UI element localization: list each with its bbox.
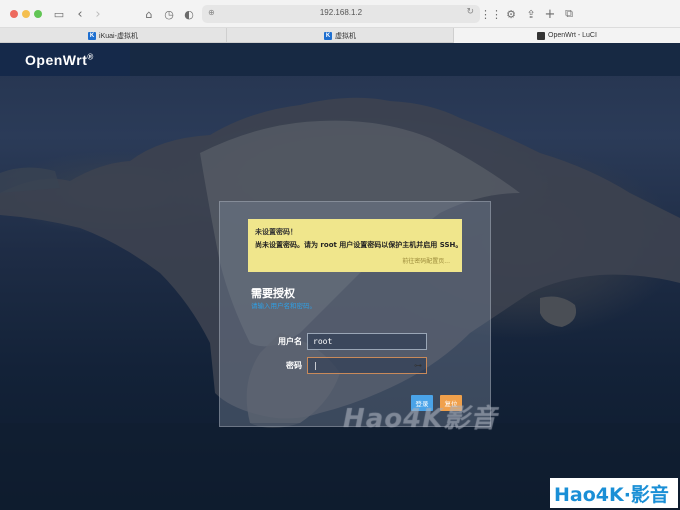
openwrt-logo[interactable]: OpenWrt® [0, 43, 130, 76]
forward-icon[interactable]: › [92, 6, 104, 22]
ikuai-icon: K [324, 31, 332, 40]
watermark-corner-logo: Hao4K·影音 [550, 478, 678, 508]
shield-icon[interactable]: ◐ [182, 6, 196, 22]
tab-label: iKuai-虚拟机 [99, 32, 138, 40]
header-bar: OpenWrt® [0, 43, 680, 76]
sidebar-icon[interactable]: ▭ [52, 6, 66, 22]
tab-vm[interactable]: K 虚拟机 [227, 28, 454, 43]
grid-icon[interactable]: ⋮⋮ [480, 6, 502, 22]
brand-text: OpenWrt [25, 52, 88, 68]
minimize-window-button[interactable] [22, 10, 30, 18]
tab-ikuai-vm[interactable]: K iKuai-虚拟机 [0, 28, 227, 43]
fullscreen-window-button[interactable] [34, 10, 42, 18]
password-value: | [313, 361, 318, 370]
share-icon[interactable]: ⇪ [524, 6, 538, 22]
alert-title: 未设置密码！ [255, 228, 297, 236]
page-content: OpenWrt® 未设置密码！ 尚未设置密码。请为 root 用户设置密码以保护… [0, 43, 680, 510]
ikuai-icon: K [88, 31, 97, 40]
gear-icon[interactable]: ⚙ [504, 6, 518, 22]
username-label: 用户名 [278, 337, 302, 346]
alert-message: 尚未设置密码。请为 root 用户设置密码以保护主机并启用 SSH。 [255, 241, 463, 249]
password-label: 密码 [286, 361, 302, 370]
password-config-link[interactable]: 前往密码配置页... [402, 256, 450, 265]
no-password-alert: 未设置密码！ 尚未设置密码。请为 root 用户设置密码以保护主机并启用 SSH… [248, 219, 462, 272]
tab-overview-icon[interactable]: ⧉ [562, 6, 576, 22]
tab-openwrt-luci[interactable]: OpenWrt - LuCI [454, 28, 680, 43]
watermark-center: Hao4K影音 [343, 404, 498, 434]
tab-label: 虚拟机 [335, 32, 356, 40]
username-field[interactable]: root [307, 333, 427, 350]
browser-toolbar: ▭ ‹ › ⌂ ◷ ◐ ⊕ 192.168.1.2 ↻ ⋮⋮ ⚙ ⇪ + ⧉ [0, 0, 680, 28]
watermark-corner-text: Hao4K·影音 [554, 483, 669, 506]
reload-icon[interactable]: ↻ [466, 7, 474, 17]
new-tab-icon[interactable]: + [543, 6, 557, 22]
username-value: root [313, 337, 333, 346]
home-icon[interactable]: ⌂ [142, 6, 156, 22]
registered-mark: ® [87, 52, 94, 62]
password-field[interactable]: | ⊶ [307, 357, 427, 374]
address-bar[interactable]: ⊕ 192.168.1.2 ↻ [202, 5, 480, 23]
auth-title: 需要授权 [251, 287, 295, 300]
history-icon[interactable]: ◷ [162, 6, 176, 22]
back-icon[interactable]: ‹ [74, 6, 86, 22]
url-text: 192.168.1.2 [319, 8, 363, 17]
auth-hint: 请输入用户名和密码。 [251, 302, 316, 310]
login-panel: 未设置密码！ 尚未设置密码。请为 root 用户设置密码以保护主机并启用 SSH… [219, 201, 491, 427]
tab-label: OpenWrt - LuCI [548, 32, 597, 39]
tab-bar: K iKuai-虚拟机 K 虚拟机 OpenWrt - LuCI [0, 28, 680, 43]
openwrt-icon [537, 31, 546, 40]
reveal-password-icon[interactable]: ⊶ [414, 361, 422, 370]
close-window-button[interactable] [10, 10, 18, 18]
